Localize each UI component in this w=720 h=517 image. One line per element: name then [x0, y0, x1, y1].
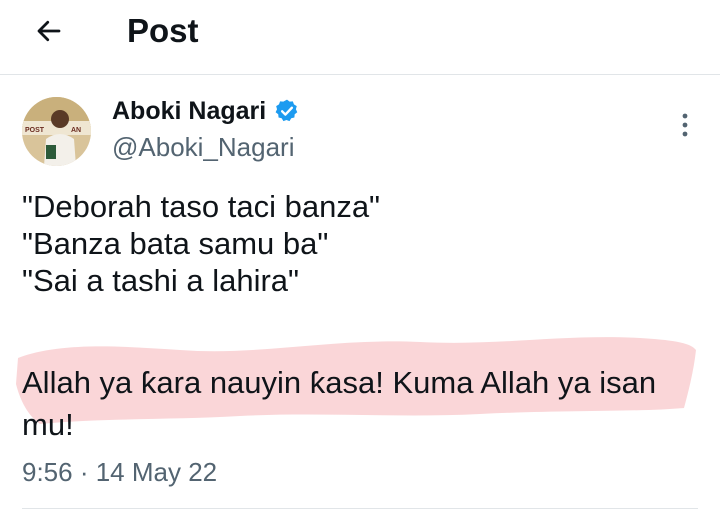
post-line: "Sai a tashi a lahira": [22, 263, 300, 298]
back-button[interactable]: [28, 10, 70, 52]
post-text: "Deborah taso taci banza" "Banza bata sa…: [22, 188, 702, 299]
more-button[interactable]: [672, 112, 698, 138]
author-handle[interactable]: @Aboki_Nagari: [112, 131, 294, 163]
post-line: "Deborah taso taci banza": [22, 189, 381, 224]
post-line: "Banza bata samu ba": [22, 226, 329, 261]
author-name-text: Aboki Nagari: [112, 97, 267, 125]
post-timestamp[interactable]: 9:56 · 14 May 22: [22, 455, 217, 489]
svg-text:AN: AN: [71, 127, 81, 134]
avatar-image: POST AN: [22, 97, 91, 166]
avatar[interactable]: POST AN: [22, 97, 91, 166]
verified-badge-icon: [275, 99, 298, 122]
highlighted-line: mu!: [22, 407, 74, 442]
page-title: Post: [127, 12, 199, 49]
arrow-left-icon: [37, 20, 61, 42]
divider: [22, 508, 698, 509]
post-header: Post: [0, 0, 720, 75]
svg-text:POST: POST: [25, 127, 45, 134]
more-vertical-icon: [682, 113, 688, 137]
post-highlighted-text: Allah ya ƙara nauyin ƙasa! Kuma Allah ya…: [22, 362, 702, 446]
highlighted-line: Allah ya ƙara nauyin ƙasa! Kuma Allah ya…: [22, 365, 657, 400]
author-name[interactable]: Aboki Nagari: [112, 95, 300, 127]
